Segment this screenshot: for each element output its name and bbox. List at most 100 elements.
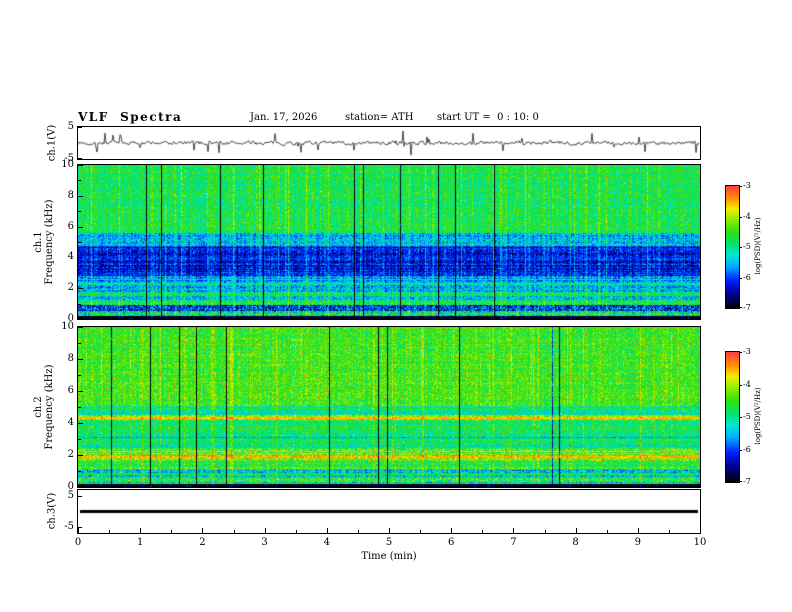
colorbar-tick-mark <box>739 217 742 218</box>
colorbar-tick-label: -5 <box>743 242 751 251</box>
x-tick-mark <box>669 530 670 533</box>
date-label: Jan. 17, 2026 <box>250 112 317 123</box>
y-tick-label: 6 <box>48 221 74 232</box>
x-tick-label: 8 <box>564 537 588 548</box>
y-tick-mark <box>78 165 83 166</box>
colorbar-tick-mark <box>739 481 742 482</box>
y-tick-mark <box>78 158 82 159</box>
axis-label-line: ch.2 <box>33 364 44 449</box>
colorbar-tick-mark <box>739 307 742 308</box>
x-tick-mark <box>296 530 297 533</box>
plot-title: VLF Spectra <box>78 110 182 124</box>
y-tick-mark <box>78 343 81 344</box>
station-label: station= ATH <box>345 112 413 123</box>
axis-label-line: Frequency (kHz) <box>44 364 55 449</box>
colorbar-ch1 <box>725 185 740 309</box>
colorbar-tick-label: -3 <box>743 181 751 190</box>
ch1-waveform-panel <box>77 126 701 160</box>
y-tick-mark <box>78 496 82 497</box>
y-tick-label: 2 <box>48 449 74 460</box>
y-tick-mark <box>78 273 81 274</box>
x-tick-label: 10 <box>688 537 712 548</box>
y-tick-label: 5 <box>48 121 74 132</box>
x-tick-label: 0 <box>66 537 90 548</box>
x-tick-mark <box>327 528 328 533</box>
colorbar-tick-mark <box>739 186 742 187</box>
x-tick-label: 4 <box>315 537 339 548</box>
x-tick-mark <box>451 528 452 533</box>
y-tick-label: 10 <box>48 159 74 170</box>
y-tick-mark <box>78 304 81 305</box>
y-tick-mark <box>78 375 81 376</box>
y-tick-label: 4 <box>48 417 74 428</box>
y-tick-mark <box>78 391 83 392</box>
x-tick-label: 3 <box>253 537 277 548</box>
x-tick-mark <box>545 530 546 533</box>
x-tick-mark <box>700 528 701 533</box>
colorbar-tick-label: -7 <box>743 477 751 486</box>
x-tick-mark <box>234 530 235 533</box>
x-tick-label: 5 <box>377 537 401 548</box>
ch2-frequency-axis-label: ch.2 Frequency (kHz) <box>33 364 55 449</box>
colorbar-tick-label: -3 <box>743 347 751 356</box>
y-tick-mark <box>78 127 82 128</box>
ch1-frequency-axis-label: ch.1 Frequency (kHz) <box>33 199 55 284</box>
x-tick-mark <box>607 530 608 533</box>
y-tick-mark <box>78 423 83 424</box>
ch1-spectrogram-canvas <box>78 165 700 319</box>
x-tick-mark <box>358 530 359 533</box>
colorbar-tick-mark <box>739 247 742 248</box>
y-tick-mark <box>78 439 81 440</box>
y-tick-label: 8 <box>48 353 74 364</box>
x-tick-mark <box>140 528 141 533</box>
colorbar-tick-label: -6 <box>743 445 751 454</box>
y-tick-label: 8 <box>48 190 74 201</box>
ch3-waveform-canvas <box>78 490 700 533</box>
colorbar-ch2 <box>725 351 740 483</box>
colorbar-tick-mark <box>739 278 742 279</box>
axis-label-line: ch.1 <box>33 199 44 284</box>
y-tick-mark <box>78 180 81 181</box>
y-tick-label: 10 <box>48 321 74 332</box>
y-tick-mark <box>78 318 83 319</box>
time-axis-label: Time (min) <box>78 551 700 562</box>
colorbar-tick-label: -7 <box>743 303 751 312</box>
y-tick-mark <box>78 486 83 487</box>
colorbar-ch1-axis-label: log(PSD)(V²/Hz) <box>754 218 762 275</box>
y-tick-label: -5 <box>48 521 74 532</box>
y-tick-label: 2 <box>48 282 74 293</box>
colorbar-tick-mark <box>739 417 742 418</box>
ch2-spectrogram-canvas <box>78 327 700 487</box>
x-tick-mark <box>171 530 172 533</box>
colorbar-tick-label: -5 <box>743 412 751 421</box>
y-tick-mark <box>78 327 83 328</box>
ch1-waveform-canvas <box>78 127 700 159</box>
y-tick-mark <box>78 527 82 528</box>
colorbar-tick-mark <box>739 352 742 353</box>
ch1-spectrogram-panel <box>77 164 701 320</box>
y-tick-mark <box>78 257 83 258</box>
x-tick-label: 9 <box>626 537 650 548</box>
start-ut-label: start UT = 0 : 10: 0 <box>437 112 539 123</box>
y-tick-mark <box>78 211 81 212</box>
axis-label-line: Frequency (kHz) <box>44 199 55 284</box>
colorbar-ch2-axis-label: log(PSD)(V²/Hz) <box>754 388 762 445</box>
x-tick-label: 2 <box>190 537 214 548</box>
colorbar-tick-mark <box>739 385 742 386</box>
colorbar-tick-label: -4 <box>743 380 751 389</box>
colorbar-ch2-canvas <box>726 352 739 482</box>
ch2-spectrogram-panel <box>77 326 701 488</box>
x-tick-label: 7 <box>501 537 525 548</box>
vlf-spectra-figure: VLF Spectra Jan. 17, 2026 station= ATH s… <box>0 0 792 612</box>
x-tick-label: 6 <box>439 537 463 548</box>
colorbar-ch1-canvas <box>726 186 739 308</box>
x-tick-mark <box>202 528 203 533</box>
x-tick-mark <box>109 530 110 533</box>
x-tick-mark <box>638 528 639 533</box>
y-tick-label: 6 <box>48 385 74 396</box>
colorbar-tick-label: -4 <box>743 212 751 221</box>
x-tick-mark <box>482 530 483 533</box>
y-tick-mark <box>78 288 83 289</box>
x-tick-label: 1 <box>128 537 152 548</box>
x-tick-mark <box>78 528 79 533</box>
